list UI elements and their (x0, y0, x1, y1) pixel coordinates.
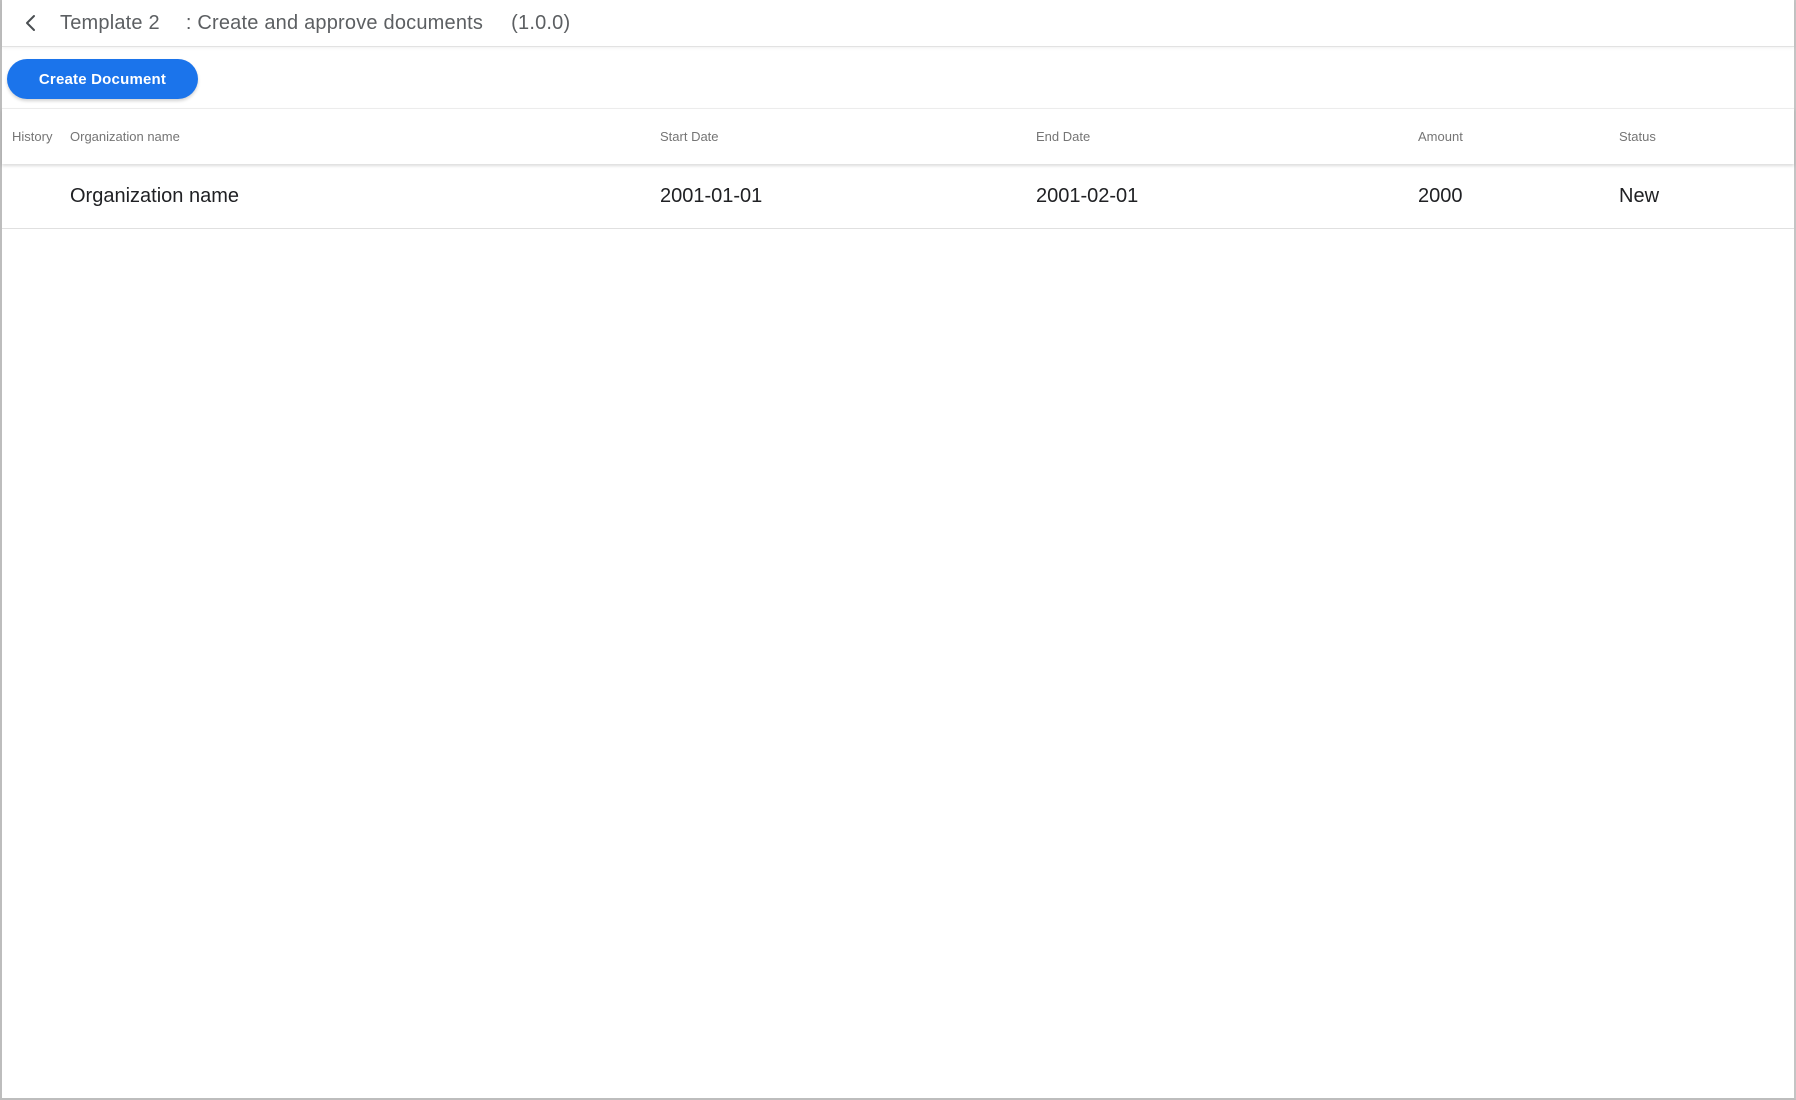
toolbar: Create Document (2, 46, 1794, 99)
row-status-cell: New (1619, 184, 1660, 207)
row-amount-cell: 2000 (1418, 184, 1463, 207)
template-name: Template 2 (60, 11, 160, 34)
row-end-date-cell: 2001-02-01 (1036, 184, 1139, 207)
create-document-button[interactable]: Create Document (7, 59, 198, 99)
column-header-organization-name: Organization name (70, 129, 180, 144)
documents-table: History Organization name Start Date End… (2, 108, 1794, 229)
table-row[interactable]: Organization name 2001-01-01 2001-02-01 … (2, 164, 1794, 229)
row-organization-cell: Organization name (70, 184, 239, 207)
column-header-amount: Amount (1418, 129, 1463, 144)
column-header-status: Status (1619, 129, 1656, 144)
column-header-start-date: Start Date (660, 129, 719, 144)
column-header-end-date: End Date (1036, 129, 1091, 144)
row-start-date-cell: 2001-01-01 (660, 184, 763, 207)
column-header-history: History (12, 129, 53, 144)
template-description: : Create and approve documents (185, 11, 484, 34)
page-title: Template 2 : Create and approve document… (60, 12, 570, 35)
template-version: (1.0.0) (511, 11, 571, 34)
app-header: Template 2 : Create and approve document… (2, 0, 1794, 46)
table-header-row: History Organization name Start Date End… (2, 108, 1794, 164)
chevron-left-icon (21, 13, 41, 33)
back-button[interactable] (18, 10, 44, 36)
